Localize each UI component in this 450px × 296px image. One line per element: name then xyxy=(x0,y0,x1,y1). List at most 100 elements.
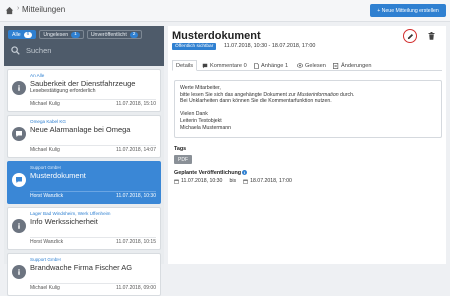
tab-details[interactable]: Details xyxy=(172,60,198,71)
planned-publication-range: 11.07.2018, 10:30 bis 18.07.2018, 17:00 xyxy=(174,178,292,184)
message-date: 11.07.2018, 09:00 xyxy=(116,285,156,291)
message-sender: Support GmbH xyxy=(30,257,61,262)
filter-count: 6 xyxy=(23,31,33,38)
filter-all[interactable]: Alle 6 xyxy=(8,30,37,39)
home-icon[interactable] xyxy=(5,6,14,15)
tab-label: Details xyxy=(176,62,194,69)
message-date: 11.07.2018, 10:15 xyxy=(116,239,156,245)
message-footer: Horst Wanzlick 11.07.2018, 10:15 xyxy=(30,237,156,246)
message-subject: Neue Alarmanlage bei Omega xyxy=(30,125,131,134)
message-author: Horst Wanzlick xyxy=(30,193,64,199)
message-author: Horst Wanzlick xyxy=(30,239,64,245)
message-author: Michael Kulig xyxy=(30,147,60,153)
top-bar: › Mitteilungen + Neue Mitteilung erstell… xyxy=(0,0,450,22)
message-date: 11.07.2018, 10:30 xyxy=(116,193,156,199)
eye-icon xyxy=(297,63,303,68)
message-footer: Horst Wanzlick 11.07.2018, 10:30 xyxy=(30,191,156,200)
search-icon xyxy=(11,46,20,55)
tab-label: Gelesen xyxy=(305,62,326,69)
detail-title: Musterdokument xyxy=(172,30,261,42)
plan-to: 18.07.2018, 17:00 xyxy=(250,178,292,184)
body-line: Werte Mitarbeiter, xyxy=(180,85,221,91)
message-list-item[interactable]: Omega Kabel KG Neue Alarmanlage bei Omeg… xyxy=(7,115,161,158)
message-footer: Michael Kulig 11.07.2018, 14:07 xyxy=(30,145,156,154)
calendar-icon xyxy=(243,179,248,184)
chat-icon xyxy=(12,127,26,141)
detail-tabs: Details Kommentare 0 Anhänge 1 Gelesen Ä… xyxy=(172,60,442,71)
filter-unread[interactable]: Ungelesen 1 xyxy=(39,30,84,39)
message-sender: An Alle xyxy=(30,73,45,78)
pencil-icon xyxy=(407,33,413,39)
message-detail-panel: Musterdokument Öffentlich sichtbar 11.07… xyxy=(168,26,446,264)
filter-label: Ungelesen xyxy=(43,31,69,38)
edit-list-icon xyxy=(333,62,339,69)
body-line: Leiterin Testobjekt xyxy=(180,117,222,124)
status-badge: Öffentlich sichtbar xyxy=(172,43,217,50)
message-list-item[interactable]: An Alle Sauberkeit der Dienstfahrzeuge L… xyxy=(7,69,161,112)
body-emphasis: Musterinformation xyxy=(297,91,339,98)
tab-attachments[interactable]: Anhänge 1 xyxy=(254,60,288,71)
message-sender: Omega Kabel KG xyxy=(30,119,67,124)
comment-icon xyxy=(202,63,208,68)
message-list-item[interactable]: Lager Bad Windsheim, Werk Uffenheim Info… xyxy=(7,207,161,250)
detail-daterange: 11.07.2018, 10:30 - 18.07.2018, 17:00 xyxy=(224,43,316,49)
attachment-icon xyxy=(254,62,259,69)
body-line: Bei Unklarheiten dann können Sie die Kom… xyxy=(180,98,332,105)
filter-label: Alle xyxy=(12,31,21,38)
message-body: Werte Mitarbeiter, bitte lesen Sie sich … xyxy=(174,80,442,138)
message-list-panel: Alle 6 Ungelesen 1 Unveröffentlicht 2 An… xyxy=(4,26,164,296)
filter-count: 1 xyxy=(71,31,80,38)
tab-label: Anhänge 1 xyxy=(261,62,289,69)
tag-pdf[interactable]: PDF xyxy=(174,155,192,164)
search-box xyxy=(8,43,160,58)
calendar-icon xyxy=(174,179,179,184)
tab-comments[interactable]: Kommentare 0 xyxy=(202,60,247,71)
tags-label: Tags xyxy=(174,146,187,152)
filter-bar: Alle 6 Ungelesen 1 Unveröffentlicht 2 xyxy=(4,26,164,66)
message-subtitle: Lesebestätigung erforderlich xyxy=(30,88,96,94)
new-message-button[interactable]: + Neue Mitteilung erstellen xyxy=(370,4,446,17)
plan-separator: bis xyxy=(229,178,237,184)
body-line: Michaela Mustermann xyxy=(180,124,232,131)
message-author: Michael Kulig xyxy=(30,101,60,107)
trash-icon xyxy=(428,32,434,40)
message-date: 11.07.2018, 15:10 xyxy=(116,101,156,107)
message-sender: Lager Bad Windsheim, Werk Uffenheim xyxy=(30,211,111,216)
body-text: bitte lesen Sie sich das angehängte Doku… xyxy=(180,91,298,98)
tab-read[interactable]: Gelesen xyxy=(297,60,326,71)
body-line xyxy=(180,105,436,112)
breadcrumb-separator: › xyxy=(17,5,20,12)
info-icon xyxy=(12,219,26,233)
plan-from: 11.07.2018, 10:30 xyxy=(181,178,223,184)
body-line: bitte lesen Sie sich das angehängte Doku… xyxy=(180,92,436,99)
filter-label: Unveröffentlicht xyxy=(90,31,127,38)
plan-label-text: Geplante Veröffentlichung xyxy=(174,170,242,176)
info-icon xyxy=(12,81,26,95)
info-icon xyxy=(12,265,26,279)
chat-icon xyxy=(12,173,26,187)
message-subject: Sauberkeit der Dienstfahrzeuge xyxy=(30,79,136,88)
message-subject: Brandwache Firma Fischer AG xyxy=(30,263,133,272)
tab-label: Änderungen xyxy=(341,62,372,69)
tab-changes[interactable]: Änderungen xyxy=(333,60,371,71)
page-title: Mitteilungen xyxy=(22,5,66,14)
message-author: Michael Kulig xyxy=(30,285,60,291)
delete-button[interactable] xyxy=(426,31,436,41)
planned-publication-label: Geplante Veröffentlichung i xyxy=(174,170,248,176)
search-input[interactable] xyxy=(26,44,156,57)
body-line: Vielen Dank xyxy=(180,111,208,118)
message-date: 11.07.2018, 14:07 xyxy=(116,147,156,153)
message-subject: Info Werkssicherheit xyxy=(30,217,98,226)
message-list-item-selected[interactable]: Support GmbH Musterdokument Horst Wanzli… xyxy=(7,161,161,204)
body-text: durch. xyxy=(338,91,355,98)
message-footer: Michael Kulig 11.07.2018, 09:00 xyxy=(30,283,156,292)
info-icon[interactable]: i xyxy=(242,170,248,176)
filter-unpublished[interactable]: Unveröffentlicht 2 xyxy=(86,30,143,39)
edit-button[interactable] xyxy=(403,29,417,43)
tab-label: Kommentare 0 xyxy=(210,62,247,69)
message-subject: Musterdokument xyxy=(30,171,86,180)
message-list-item[interactable]: Support GmbH Brandwache Firma Fischer AG… xyxy=(7,253,161,296)
message-footer: Michael Kulig 11.07.2018, 15:10 xyxy=(30,99,156,108)
filter-count: 2 xyxy=(129,31,139,38)
message-sender: Support GmbH xyxy=(30,165,61,170)
